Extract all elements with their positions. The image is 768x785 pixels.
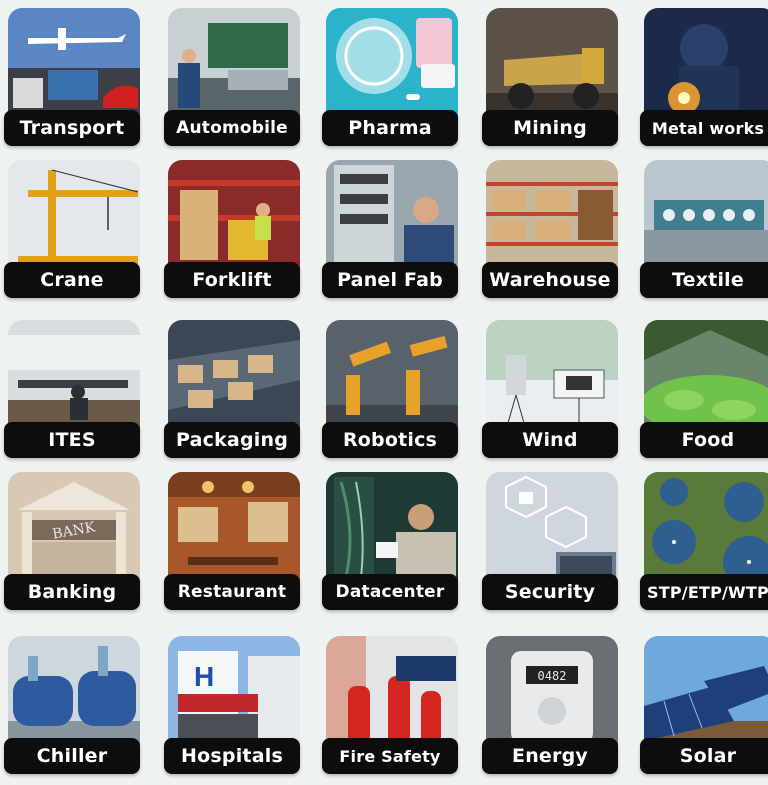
industry-tile-forklift[interactable]: Forklift bbox=[164, 160, 300, 302]
anemometer-icon bbox=[486, 320, 618, 432]
industry-tile-panel-fab[interactable]: Panel Fab bbox=[322, 160, 458, 302]
chiller-plant-icon bbox=[8, 636, 140, 748]
welding-icon bbox=[644, 8, 768, 120]
svg-text:H: H bbox=[194, 661, 214, 692]
industry-label: Robotics bbox=[322, 422, 458, 458]
industry-tile-warehouse[interactable]: Warehouse bbox=[482, 160, 618, 302]
industry-label: Datacenter bbox=[322, 574, 458, 610]
industry-tile-banking[interactable]: BANK Banking bbox=[4, 472, 140, 614]
industry-tile-restaurant[interactable]: Restaurant bbox=[164, 472, 300, 614]
industry-label: Forklift bbox=[164, 262, 300, 298]
server-cables-icon bbox=[326, 472, 458, 584]
industry-label: Wind bbox=[482, 422, 618, 458]
industry-tile-fire-safety[interactable]: Fire Safety bbox=[322, 636, 458, 778]
electric-panel-icon bbox=[326, 160, 458, 272]
industry-label: Panel Fab bbox=[322, 262, 458, 298]
industry-tile-packaging[interactable]: Packaging bbox=[164, 320, 300, 462]
pills-icon bbox=[326, 8, 458, 120]
industry-tile-pharma[interactable]: Pharma bbox=[322, 8, 458, 150]
industry-label: Banking bbox=[4, 574, 140, 610]
industry-label: Chiller bbox=[4, 738, 140, 774]
industry-label: Hospitals bbox=[164, 738, 300, 774]
industry-tile-transport[interactable]: Transport bbox=[4, 8, 140, 150]
industry-tile-datacenter[interactable]: Datacenter bbox=[322, 472, 458, 614]
industry-tile-metal-works[interactable]: Metal works bbox=[640, 8, 768, 150]
industry-tile-crane[interactable]: Crane bbox=[4, 160, 140, 302]
industry-tile-energy[interactable]: 0482 Energy bbox=[482, 636, 618, 778]
lock-network-icon bbox=[486, 472, 618, 584]
greenhouse-icon bbox=[644, 320, 768, 432]
industry-tile-mining[interactable]: Mining bbox=[482, 8, 618, 150]
bank-building-icon: BANK bbox=[8, 472, 140, 584]
industry-tile-food[interactable]: Food bbox=[640, 320, 768, 462]
industry-label: Automobile bbox=[164, 110, 300, 146]
industry-tile-textile[interactable]: Textile bbox=[640, 160, 768, 302]
industry-tile-solar[interactable]: Solar bbox=[640, 636, 768, 778]
textile-machine-icon bbox=[644, 160, 768, 272]
industry-label: Pharma bbox=[322, 110, 458, 146]
hospital-sign-icon: H bbox=[168, 636, 300, 748]
airplane-truck-icon bbox=[8, 8, 140, 120]
industry-tile-automobile[interactable]: Automobile bbox=[164, 8, 300, 150]
industry-label: STP/ETP/WTP bbox=[640, 574, 768, 610]
industry-tile-ites[interactable]: ITES bbox=[4, 320, 140, 462]
conveyor-boxes-icon bbox=[168, 320, 300, 432]
water-treatment-icon bbox=[644, 472, 768, 584]
restaurant-interior-icon bbox=[168, 472, 300, 584]
industry-tile-hospitals[interactable]: H Hospitals bbox=[164, 636, 300, 778]
industry-label: Warehouse bbox=[482, 262, 618, 298]
industry-tile-wind[interactable]: Wind bbox=[482, 320, 618, 462]
warehouse-racks-icon bbox=[486, 160, 618, 272]
industry-label: ITES bbox=[4, 422, 140, 458]
industry-tile-security[interactable]: Security bbox=[482, 472, 618, 614]
industry-label: Restaurant bbox=[164, 574, 300, 610]
industry-label: Food bbox=[640, 422, 768, 458]
industry-label: Metal works bbox=[640, 110, 768, 146]
crane-icon bbox=[8, 160, 140, 272]
car-assembly-icon bbox=[168, 8, 300, 120]
svg-text:0482: 0482 bbox=[538, 669, 567, 683]
dump-truck-icon bbox=[486, 8, 618, 120]
industry-tile-robotics[interactable]: Robotics bbox=[322, 320, 458, 462]
office-desk-icon bbox=[8, 320, 140, 432]
robot-arm-icon bbox=[326, 320, 458, 432]
solar-panel-icon bbox=[644, 636, 768, 748]
industry-label: Transport bbox=[4, 110, 140, 146]
industry-label: Fire Safety bbox=[322, 738, 458, 774]
industry-label: Textile bbox=[640, 262, 768, 298]
industry-label: Energy bbox=[482, 738, 618, 774]
forklift-icon bbox=[168, 160, 300, 272]
industry-label: Crane bbox=[4, 262, 140, 298]
industry-tile-stp-etp-wtp[interactable]: STP/ETP/WTP bbox=[640, 472, 768, 614]
industry-tile-chiller[interactable]: Chiller bbox=[4, 636, 140, 778]
fire-extinguisher-icon bbox=[326, 636, 458, 748]
energy-meter-icon: 0482 bbox=[486, 636, 618, 748]
industry-label: Security bbox=[482, 574, 618, 610]
industry-label: Solar bbox=[640, 738, 768, 774]
industry-label: Mining bbox=[482, 110, 618, 146]
industry-label: Packaging bbox=[164, 422, 300, 458]
